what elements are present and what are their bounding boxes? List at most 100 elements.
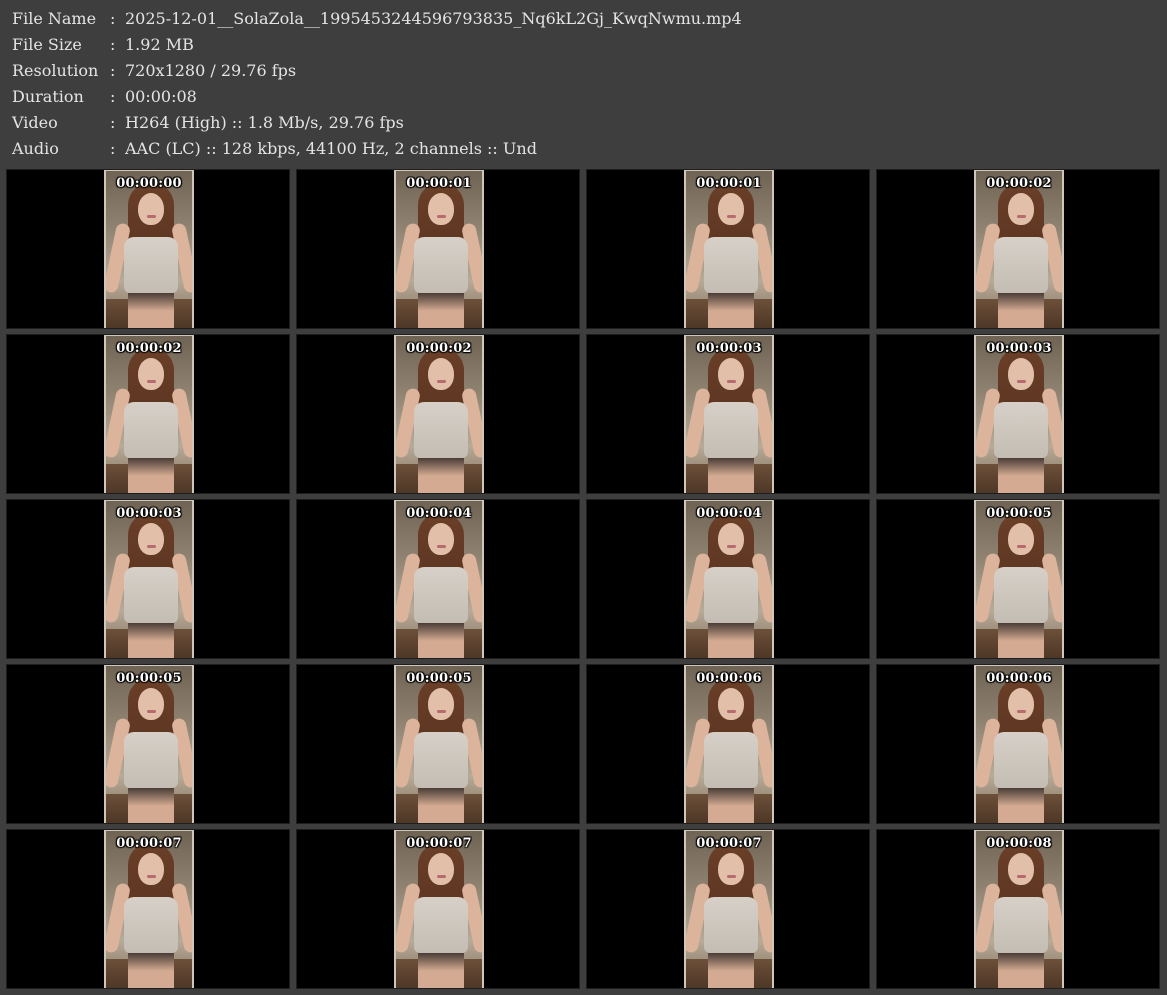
frame-figure-legs	[708, 953, 754, 988]
frame-figure-legs	[128, 953, 174, 988]
info-separator: :	[110, 87, 116, 106]
video-frame-thumbnail: 00:00:07	[104, 830, 194, 988]
frame-figure-top	[414, 237, 468, 293]
thumbnail-cell: 00:00:06	[586, 664, 870, 824]
video-frame-thumbnail: 00:00:02	[104, 335, 194, 493]
video-frame-thumbnail: 00:00:01	[394, 170, 484, 328]
thumbnail-cell: 00:00:05	[6, 664, 290, 824]
thumbnail-cell: 00:00:04	[296, 499, 580, 659]
frame-figure-lips	[727, 380, 736, 383]
frame-timestamp: 00:00:08	[986, 836, 1052, 851]
frame-figure-lips	[437, 545, 446, 548]
info-separator: :	[110, 9, 116, 28]
video-frame-thumbnail: 00:00:01	[684, 170, 774, 328]
frame-figure-top	[414, 897, 468, 953]
thumbnail-cell: 00:00:06	[876, 664, 1160, 824]
frame-timestamp: 00:00:04	[406, 506, 472, 521]
frame-figure-lips	[147, 215, 156, 218]
frame-timestamp: 00:00:03	[986, 341, 1052, 356]
info-separator: :	[110, 113, 116, 132]
frame-figure-top	[704, 237, 758, 293]
thumbnail-cell: 00:00:04	[586, 499, 870, 659]
info-value: 2025-12-01__SolaZola__199545324459679383…	[125, 9, 742, 28]
info-label: Resolution	[12, 61, 99, 80]
frame-figure-top	[124, 567, 178, 623]
frame-figure-lips	[1017, 545, 1026, 548]
frame-figure-face	[428, 853, 454, 885]
frame-timestamp: 00:00:05	[116, 671, 182, 686]
info-label: Duration	[12, 87, 84, 106]
frame-figure-legs	[128, 623, 174, 658]
frame-figure-lips	[1017, 215, 1026, 218]
frame-figure-top	[704, 567, 758, 623]
frame-timestamp: 00:00:00	[116, 176, 182, 191]
frame-figure-legs	[418, 953, 464, 988]
thumbnail-cell: 00:00:01	[296, 169, 580, 329]
video-frame-thumbnail: 00:00:00	[104, 170, 194, 328]
contact-sheet: File Name : 2025-12-01__SolaZola__199545…	[0, 0, 1167, 995]
frame-figure-legs	[128, 293, 174, 328]
frame-figure-lips	[1017, 875, 1026, 878]
frame-figure-face	[718, 688, 744, 720]
frame-figure-legs	[418, 788, 464, 823]
frame-timestamp: 00:00:04	[696, 506, 762, 521]
frame-figure-face	[1008, 358, 1034, 390]
frame-timestamp: 00:00:02	[116, 341, 182, 356]
frame-timestamp: 00:00:05	[406, 671, 472, 686]
frame-timestamp: 00:00:05	[986, 506, 1052, 521]
info-separator: :	[110, 35, 116, 54]
frame-figure-top	[704, 732, 758, 788]
frame-figure-top	[704, 402, 758, 458]
frame-figure-lips	[727, 710, 736, 713]
thumbnail-cell: 00:00:08	[876, 829, 1160, 989]
thumbnail-cell: 00:00:07	[296, 829, 580, 989]
frame-figure-top	[414, 732, 468, 788]
frame-figure-face	[1008, 523, 1034, 555]
info-value: H264 (High) :: 1.8 Mb/s, 29.76 fps	[125, 113, 404, 132]
frame-figure-face	[428, 688, 454, 720]
frame-timestamp: 00:00:03	[116, 506, 182, 521]
video-frame-thumbnail: 00:00:04	[394, 500, 484, 658]
frame-timestamp: 00:00:06	[986, 671, 1052, 686]
video-frame-thumbnail: 00:00:04	[684, 500, 774, 658]
info-label: File Size	[12, 35, 82, 54]
frame-figure-face	[428, 523, 454, 555]
frame-figure-legs	[998, 623, 1044, 658]
frame-figure-legs	[998, 953, 1044, 988]
frame-figure-legs	[128, 458, 174, 493]
thumbnail-cell: 00:00:05	[296, 664, 580, 824]
frame-timestamp: 00:00:02	[986, 176, 1052, 191]
frame-figure-top	[414, 567, 468, 623]
video-frame-thumbnail: 00:00:06	[684, 665, 774, 823]
thumbnail-cell: 00:00:01	[586, 169, 870, 329]
info-separator: :	[110, 139, 116, 158]
frame-figure-legs	[998, 293, 1044, 328]
video-frame-thumbnail: 00:00:07	[684, 830, 774, 988]
frame-figure-top	[994, 732, 1048, 788]
frame-figure-lips	[147, 545, 156, 548]
frame-figure-lips	[147, 875, 156, 878]
frame-timestamp: 00:00:03	[696, 341, 762, 356]
frame-figure-face	[138, 853, 164, 885]
frame-figure-face	[138, 358, 164, 390]
thumbnail-cell: 00:00:03	[6, 499, 290, 659]
video-frame-thumbnail: 00:00:02	[974, 170, 1064, 328]
video-frame-thumbnail: 00:00:08	[974, 830, 1064, 988]
thumbnail-cell: 00:00:07	[6, 829, 290, 989]
frame-figure-top	[124, 732, 178, 788]
frame-figure-legs	[708, 458, 754, 493]
info-separator: :	[110, 61, 116, 80]
frame-figure-lips	[147, 710, 156, 713]
video-frame-thumbnail: 00:00:05	[394, 665, 484, 823]
video-frame-thumbnail: 00:00:05	[974, 500, 1064, 658]
frame-figure-top	[994, 402, 1048, 458]
frame-figure-lips	[727, 545, 736, 548]
frame-timestamp: 00:00:06	[696, 671, 762, 686]
frame-figure-face	[718, 853, 744, 885]
frame-figure-legs	[708, 623, 754, 658]
info-label: Video	[12, 113, 58, 132]
thumbnail-cell: 00:00:02	[876, 169, 1160, 329]
thumbnail-cell: 00:00:07	[586, 829, 870, 989]
thumbnail-cell: 00:00:02	[296, 334, 580, 494]
frame-timestamp: 00:00:02	[406, 341, 472, 356]
